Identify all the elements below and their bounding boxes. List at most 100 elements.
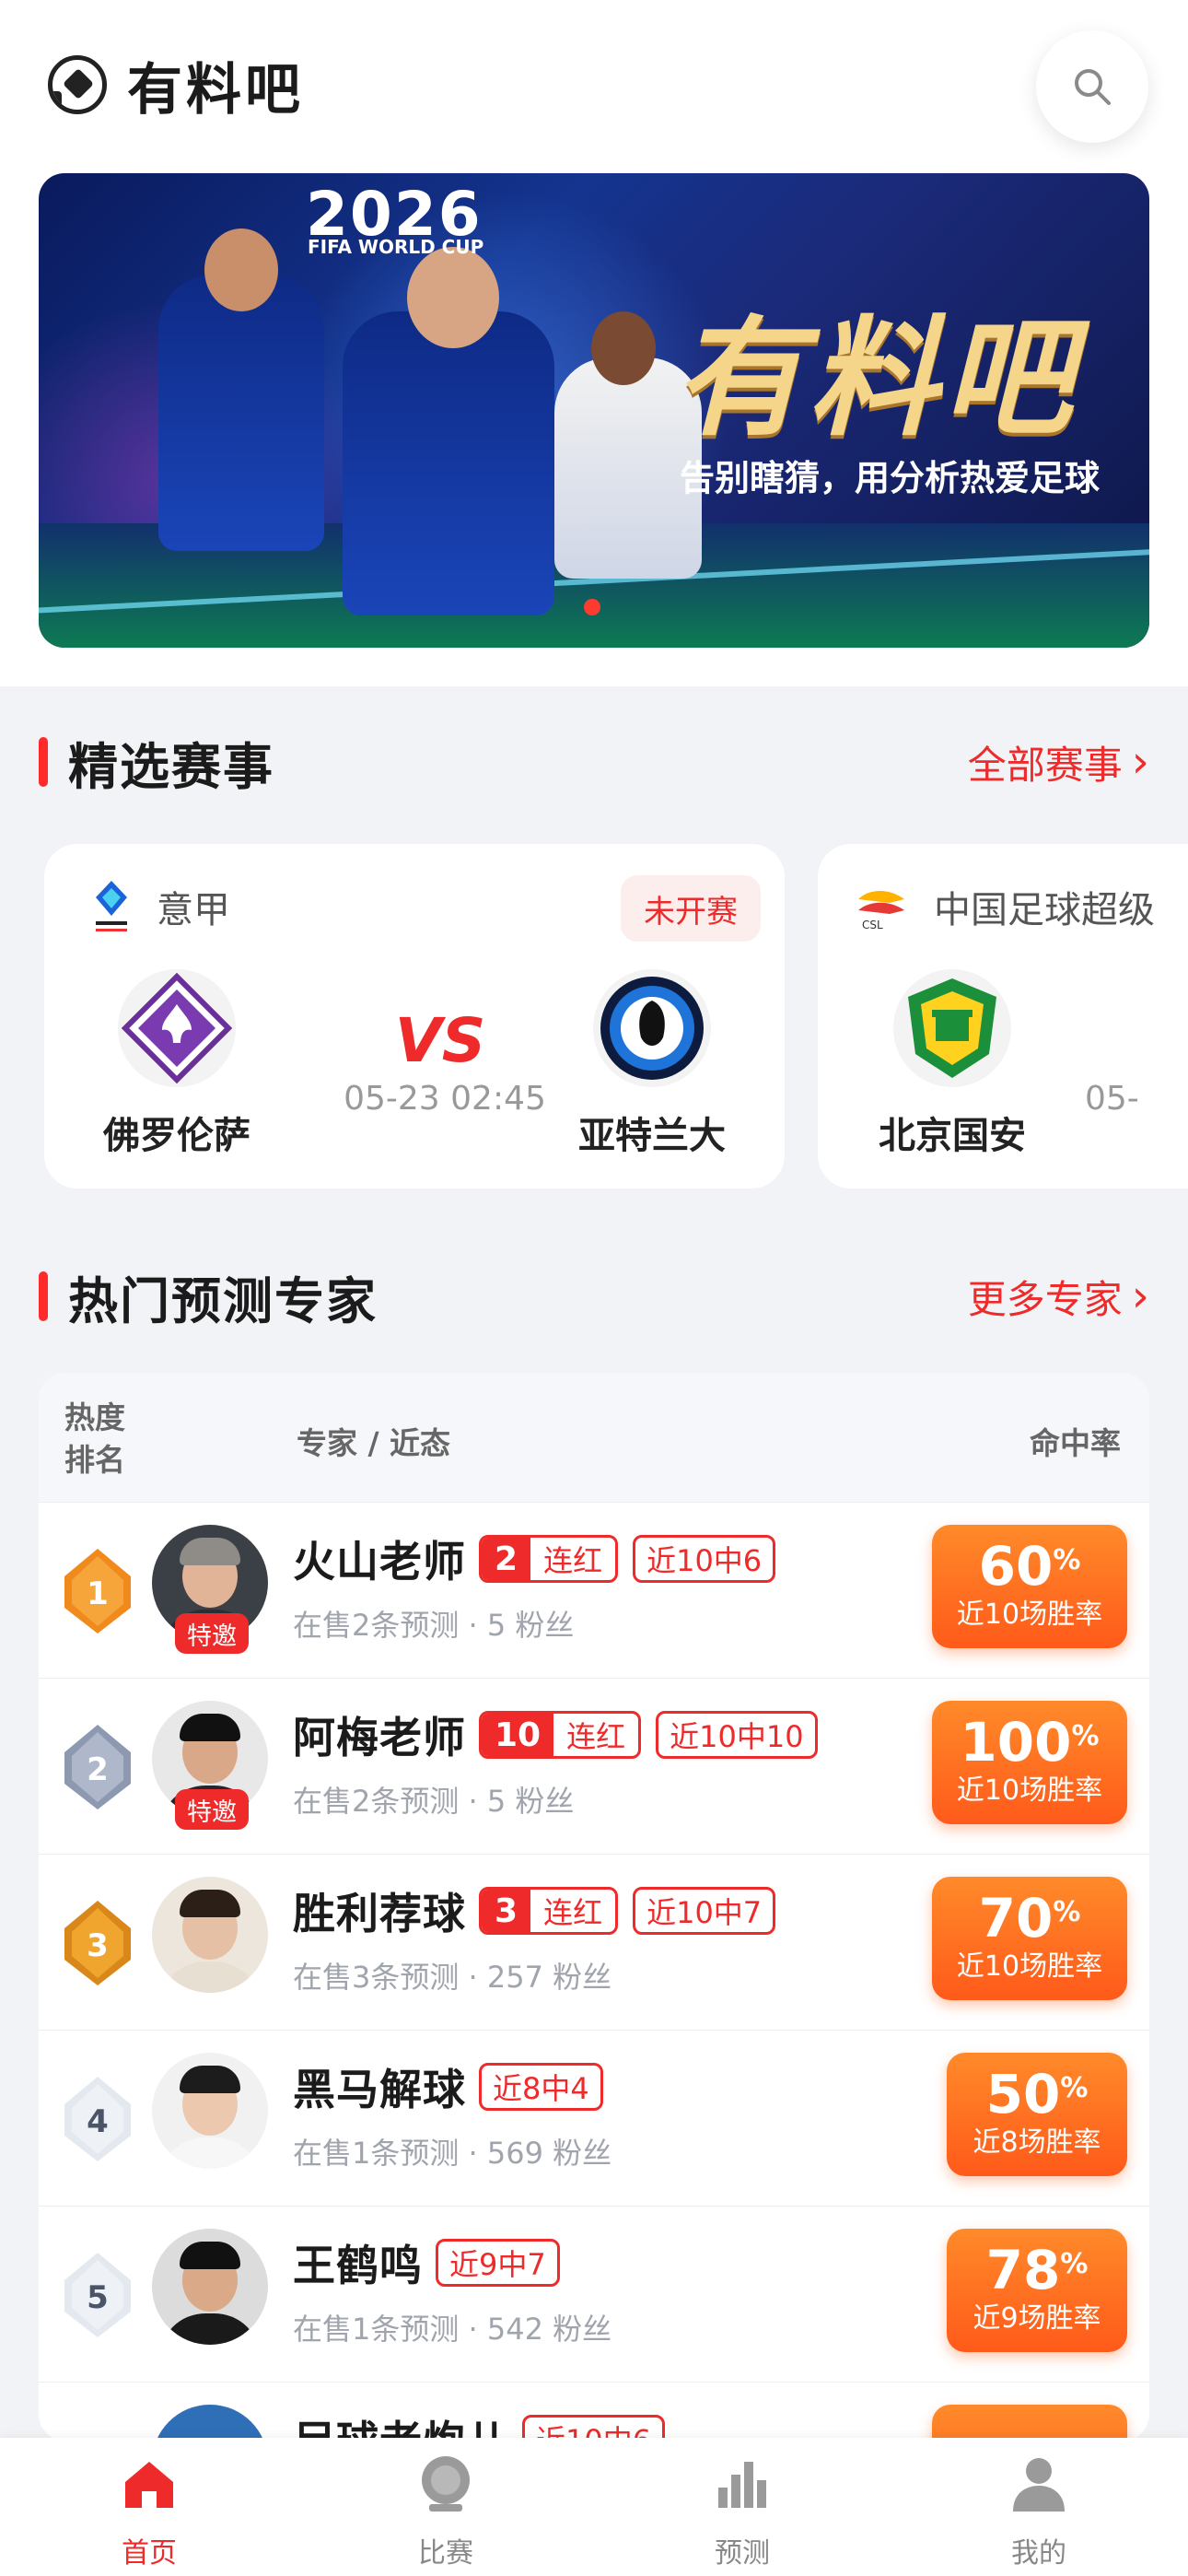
- svg-text:4: 4: [87, 2103, 109, 2140]
- match-status-badge: 未开赛: [621, 875, 761, 942]
- recent-record-badge: 近10中10: [656, 1711, 818, 1759]
- bar-chart-icon: [718, 2462, 766, 2508]
- recent-record-badge: 近9中7: [436, 2239, 560, 2287]
- tab-profile[interactable]: 我的: [956, 2454, 1122, 2570]
- win-streak-badge: 10 连红: [479, 1711, 642, 1759]
- rank-4-badge-icon: 4: [64, 2077, 131, 2161]
- expert-row[interactable]: 1 特邀 火山老师 2 连红 近10中6 在售2条预测 · 5 粉丝 60% 近1…: [39, 1502, 1149, 1678]
- hit-rate-label: 近9场胜率: [973, 2302, 1101, 2335]
- all-matches-label: 全部赛事: [967, 742, 1123, 788]
- home-team[interactable]: 北京国安: [851, 969, 1054, 1159]
- atalanta-logo: [593, 969, 711, 1087]
- fiorentina-logo: [118, 969, 236, 1087]
- avatar[interactable]: [152, 2229, 268, 2345]
- rank-2-medal-icon: 2: [64, 1725, 131, 1809]
- search-icon: [1075, 69, 1111, 105]
- hit-rate-card: 50% 近8场胜率: [947, 2053, 1127, 2176]
- avatar[interactable]: [152, 2053, 268, 2169]
- tab-matches-label: 比赛: [418, 2537, 473, 2570]
- app-title-text: 有料吧: [127, 57, 304, 123]
- tab-predictions[interactable]: 预测: [659, 2454, 825, 2570]
- percent-sign: %: [1071, 1720, 1100, 1752]
- away-team[interactable]: 亚特兰大: [551, 969, 753, 1159]
- avatar[interactable]: [152, 1877, 268, 1993]
- more-experts-link[interactable]: 更多专家 ›: [968, 1269, 1149, 1325]
- svg-text:3: 3: [87, 1927, 109, 1964]
- all-matches-link[interactable]: 全部赛事 ›: [968, 734, 1149, 790]
- hit-rate-value: 60: [978, 1535, 1054, 1598]
- svg-text:2: 2: [87, 1751, 109, 1788]
- tab-profile-label: 我的: [1011, 2537, 1066, 2570]
- hit-rate-value: 100: [960, 1711, 1072, 1774]
- expert-name: 阿梅老师: [293, 1713, 466, 1762]
- rate-column-header: 命中率: [1030, 1425, 1121, 1461]
- expert-name-line: 足球老炮儿 近10中6: [293, 2410, 666, 2441]
- hit-rate-label: 近8场胜率: [973, 2126, 1101, 2159]
- banner-player-left: [158, 275, 324, 551]
- expert-stats: 在售3条预测 · 257 粉丝: [293, 1960, 612, 1995]
- hit-rate-value: 78: [985, 2239, 1061, 2301]
- percent-sign: %: [1053, 1896, 1081, 1928]
- expert-column-header: 专家 / 近态: [297, 1425, 451, 1461]
- streak-count: 3: [482, 1890, 531, 1932]
- banner-brand: 有料吧: [674, 304, 1078, 454]
- section-accent-bar: [39, 737, 48, 787]
- search-button[interactable]: [1036, 30, 1148, 143]
- hit-rate-label: 近10场胜率: [956, 1774, 1103, 1807]
- chevron-right-icon: ›: [1131, 1270, 1149, 1322]
- tab-matches[interactable]: 比赛: [363, 2454, 529, 2570]
- win-streak-badge: 2 连红: [479, 1535, 619, 1583]
- hit-rate-value: 70: [978, 1887, 1054, 1950]
- expert-row[interactable]: 5 王鹤鸣 近9中7 在售1条预测 · 542 粉丝 78% 近9场胜率: [39, 2206, 1149, 2382]
- experts-section-header: 热门预测专家 更多专家 ›: [39, 1264, 1149, 1330]
- hit-rate-card: 78% 近9场胜率: [947, 2229, 1127, 2352]
- expert-name: 火山老师: [293, 1537, 466, 1587]
- expert-name: 胜利荐球: [293, 1889, 466, 1938]
- section-accent-bar: [39, 1271, 48, 1321]
- svg-text:5: 5: [87, 2279, 109, 2316]
- match-time: 05-: [1085, 1080, 1139, 1118]
- recent-record-badge: 近10中6: [633, 1535, 776, 1583]
- home-icon: [125, 2462, 173, 2508]
- chevron-right-icon: ›: [1131, 736, 1149, 788]
- match-card[interactable]: 意甲 未开赛 佛罗伦萨 VS 05-23 02:45 亚特兰大: [44, 844, 785, 1188]
- featured-title: 精选赛事: [68, 737, 274, 796]
- percent-sign: %: [1060, 2072, 1089, 2104]
- recent-record-badge: 近8中4: [479, 2063, 603, 2111]
- avatar[interactable]: [152, 2405, 268, 2441]
- percent-sign: %: [1060, 2248, 1089, 2280]
- home-team-name: 北京国安: [879, 1115, 1026, 1157]
- banner-slogan: 告别瞎猜，用分析热爱足球: [680, 458, 1101, 498]
- hit-rate-card: 70% 近10场胜率: [932, 1877, 1127, 2000]
- expert-name: 黑马解球: [293, 2065, 466, 2114]
- top-section: 有料吧 2026 FIFA WORLD CUP 有料吧 告别瞎猜，用分析热爱足球: [0, 0, 1188, 686]
- user-icon: [1013, 2458, 1065, 2512]
- percent-sign: %: [1053, 1544, 1081, 1576]
- hit-rate-value: 50: [985, 2063, 1061, 2125]
- expert-row[interactable]: 4 黑马解球 近8中4 在售1条预测 · 569 粉丝 50% 近8场胜率: [39, 2030, 1149, 2206]
- streak-label: 连红: [566, 1719, 626, 1754]
- banner-pagination-dot[interactable]: [584, 599, 600, 615]
- vs-label: VS: [394, 1005, 486, 1076]
- expert-row[interactable]: 2 特邀 阿梅老师 10 连红 近10中10 在售2条预测 · 5 粉丝 100%…: [39, 1678, 1149, 1854]
- match-league: 意甲: [90, 879, 230, 934]
- serie-a-icon: [96, 881, 127, 931]
- expert-name-line: 火山老师 2 连红 近10中6: [293, 1530, 776, 1587]
- expert-row[interactable]: 足球老炮儿 近10中6: [39, 2382, 1149, 2441]
- promo-banner[interactable]: 2026 FIFA WORLD CUP 有料吧 告别瞎猜，用分析热爱足球: [39, 173, 1149, 648]
- expert-name: 足球老炮儿: [293, 2417, 509, 2441]
- away-team-name: 亚特兰大: [578, 1115, 726, 1157]
- expert-stats: 在售1条预测 · 569 粉丝: [293, 2136, 612, 2171]
- expert-stats: 在售2条预测 · 5 粉丝: [293, 1608, 575, 1643]
- expert-name: 王鹤鸣: [293, 2241, 423, 2290]
- league-name: 意甲: [157, 889, 230, 931]
- expert-name-line: 王鹤鸣 近9中7: [293, 2234, 560, 2291]
- expert-row[interactable]: 3 胜利荐球 3 连红 近10中7 在售3条预测 · 257 粉丝 70% 近10…: [39, 1854, 1149, 2030]
- league-name: 中国足球超级: [934, 889, 1155, 931]
- home-team[interactable]: 佛罗伦萨: [76, 969, 278, 1159]
- streak-label: 连红: [543, 1895, 603, 1930]
- match-card[interactable]: CSL 中国足球超级 北京国安 05-: [818, 844, 1188, 1188]
- tab-home[interactable]: 首页: [66, 2454, 232, 2570]
- featured-section-header: 精选赛事 全部赛事 ›: [39, 730, 1149, 796]
- tab-home-label: 首页: [122, 2537, 177, 2570]
